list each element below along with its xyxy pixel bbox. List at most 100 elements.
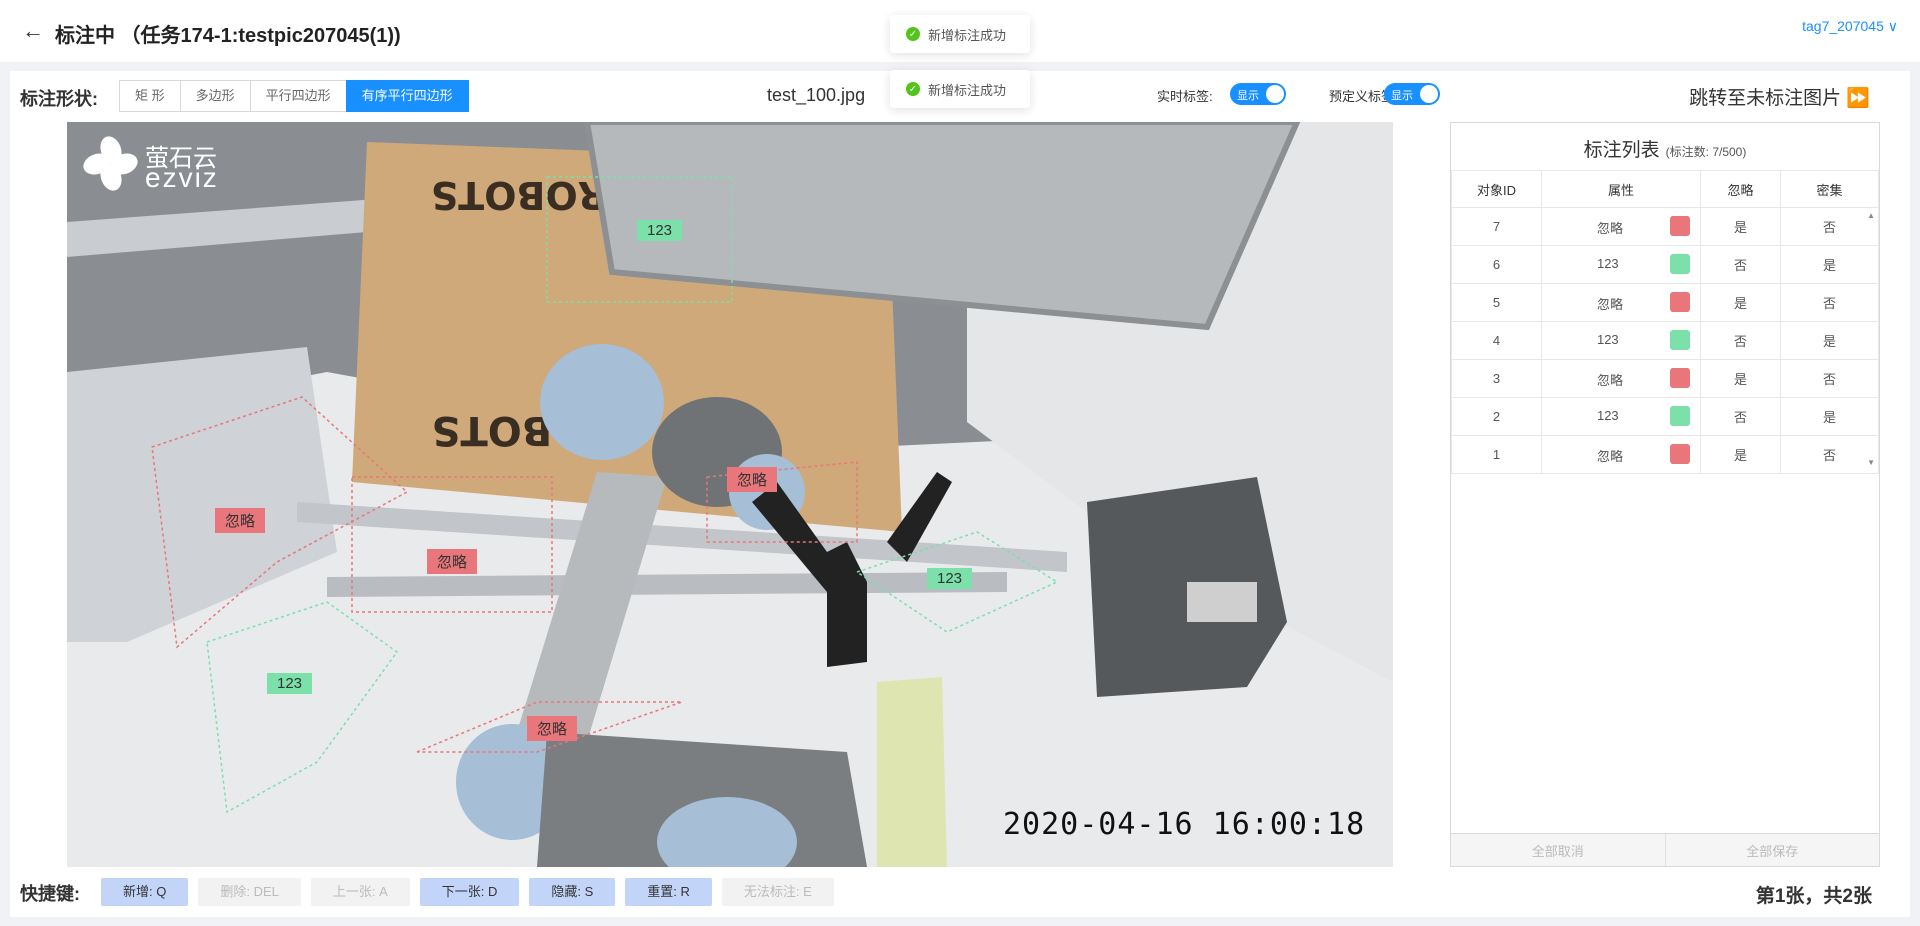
attribute-cell[interactable]: 忽略 [1540, 435, 1702, 474]
table-row[interactable]: 6 123 否是 [1451, 245, 1879, 284]
ignore-cell[interactable]: 是 [1699, 207, 1782, 246]
dense-cell[interactable]: 否 [1780, 207, 1879, 246]
color-swatch [1669, 368, 1690, 388]
object-id-cell: 1 [1451, 435, 1542, 474]
ignore-cell[interactable]: 是 [1699, 435, 1782, 474]
flower-logo-icon [83, 136, 138, 191]
table-body: 7 忽略是否 6 123 否是 5 忽略是否 4 123 否是 3 忽略是否 2 123 否是 1 忽略是否 [1451, 207, 1879, 474]
ignore-cell[interactable]: 否 [1699, 321, 1782, 360]
attribute-cell[interactable]: 忽略 [1540, 283, 1702, 322]
annotation-label[interactable]: 忽略 [215, 508, 266, 533]
realtime-toggle-text: 显示 [1237, 90, 1259, 102]
pagination-info: 第1张，共2张 [1755, 886, 1872, 907]
table-row[interactable]: 5 忽略 是否 [1451, 283, 1879, 322]
col-dense: 密集 [1780, 170, 1879, 208]
table-row[interactable]: 3 忽略 是否 [1451, 359, 1879, 398]
ignore-cell[interactable]: 否 [1699, 397, 1782, 436]
object-id-cell: 3 [1451, 359, 1542, 398]
jump-unlabeled-link[interactable]: 跳转至未标注图片 ⏩ [1689, 83, 1870, 110]
dense-cell[interactable]: 是 [1780, 245, 1879, 284]
object-id-cell: 4 [1451, 321, 1542, 360]
main-panel: 标注形状: 矩 形 多边形 平行四边形 有序平行四边形 test_100.jpg… [10, 71, 1910, 917]
toggle-knob [1420, 85, 1438, 103]
annotation-count: (标注数: 7/500) [1665, 145, 1747, 159]
robot-joint [540, 344, 664, 460]
hotkey-label: 快捷键: [20, 884, 80, 904]
dense-cell[interactable]: 是 [1780, 397, 1879, 436]
table-row[interactable]: 4 123 否是 [1451, 321, 1879, 360]
attribute-label: 忽略 [1596, 221, 1623, 236]
table-row[interactable]: 2 123 否是 [1451, 397, 1879, 436]
success-toast: ✓ 新增标注成功 [890, 15, 1030, 53]
image-timestamp: 2020-04-16 16:00:18 [1003, 807, 1366, 842]
dense-cell[interactable]: 是 [1780, 321, 1879, 360]
attribute-cell[interactable]: 123 [1540, 321, 1702, 360]
table-row[interactable]: 7 忽略 是否 [1451, 207, 1879, 246]
ignore-cell[interactable]: 是 [1699, 283, 1782, 322]
dense-cell[interactable]: 否 [1780, 435, 1879, 474]
table-row[interactable]: 1 忽略 是否 [1451, 435, 1879, 474]
realtime-toggle[interactable]: 显示 [1230, 83, 1286, 105]
predefined-toggle[interactable]: 显示 [1384, 83, 1440, 105]
panel-title-text: 标注列表 [1583, 140, 1660, 161]
dense-cell[interactable]: 否 [1780, 283, 1879, 322]
yellow-block [877, 677, 947, 867]
scroll-down-icon[interactable]: ▼ [1867, 458, 1875, 467]
table-header-row: 对象ID 属性 忽略 密集 [1451, 170, 1879, 208]
success-toast: ✓ 新增标注成功 [890, 70, 1030, 108]
panel-footer: 全部取消 全部保存 [1451, 833, 1879, 866]
hotkey-button[interactable]: 新增: Q [101, 878, 189, 906]
attribute-label: 忽略 [1596, 449, 1623, 464]
object-id-cell: 2 [1451, 397, 1542, 436]
scroll-up-icon[interactable]: ▲ [1867, 211, 1875, 220]
save-all-button[interactable]: 全部保存 [1666, 834, 1880, 866]
predefined-toggle-text: 显示 [1391, 90, 1413, 102]
page-title: 标注中 （任务174-1:testpic207045(1)) [55, 25, 401, 47]
shape-ordered-parallelogram-button[interactable]: 有序平行四边形 [345, 80, 469, 112]
color-swatch [1669, 444, 1690, 464]
box-print: ROBOTS [431, 173, 607, 217]
attribute-label: 忽略 [1596, 373, 1623, 388]
attribute-cell[interactable]: 123 [1540, 397, 1702, 436]
ignore-cell[interactable]: 是 [1699, 359, 1782, 398]
annotation-label[interactable]: 123 [637, 220, 683, 241]
cancel-all-button[interactable]: 全部取消 [1451, 834, 1666, 866]
ignore-cell[interactable]: 否 [1699, 245, 1782, 284]
shape-parallelogram-button[interactable]: 平行四边形 [249, 80, 347, 112]
hotkey-button: 上一张: A [310, 878, 410, 906]
hotkey-button[interactable]: 下一张: D [419, 878, 520, 906]
canvas-scene: ROBOTS ROBOTS [67, 122, 1393, 867]
annotation-canvas[interactable]: ROBOTS ROBOTS 萤石云 ezviz 123 忽略 忽略 忽略 123… [67, 122, 1393, 867]
attribute-label: 忽略 [1596, 297, 1623, 312]
panel-title: 标注列表 (标注数: 7/500) [1451, 135, 1879, 162]
shape-polygon-button[interactable]: 多边形 [179, 80, 251, 112]
realtime-label: 实时标签: [1157, 89, 1213, 104]
attribute-cell[interactable]: 忽略 [1540, 359, 1702, 398]
col-ignore: 忽略 [1699, 170, 1782, 208]
annotation-label[interactable]: 忽略 [527, 716, 578, 741]
color-swatch [1669, 254, 1690, 274]
attribute-label: 123 [1596, 256, 1619, 271]
toggle-knob [1266, 85, 1284, 103]
hotkey-button: 删除: DEL [198, 878, 301, 906]
attribute-label: 123 [1596, 332, 1619, 347]
annotation-label[interactable]: 忽略 [727, 467, 778, 492]
hotkey-button[interactable]: 隐藏: S [529, 878, 616, 906]
annotation-label[interactable]: 忽略 [427, 549, 478, 574]
annotation-list-panel: 标注列表 (标注数: 7/500) 对象ID 属性 忽略 密集 7 忽略是否 6 123… [1450, 122, 1880, 867]
annotation-label[interactable]: 123 [927, 568, 973, 589]
shape-rectangle-button[interactable]: 矩 形 [119, 80, 181, 112]
user-menu[interactable]: tag7_207045 ∨ [1802, 18, 1898, 35]
attribute-cell[interactable]: 忽略 [1540, 207, 1702, 246]
col-attribute: 属性 [1540, 170, 1702, 208]
attribute-cell[interactable]: 123 [1540, 245, 1702, 284]
color-swatch [1669, 216, 1690, 236]
col-object-id: 对象ID [1451, 170, 1542, 208]
annotation-label[interactable]: 123 [267, 673, 313, 694]
hotkey-button[interactable]: 重置: R [625, 878, 712, 906]
color-swatch [1669, 330, 1690, 350]
hotkey-button: 无法标注: E [721, 878, 834, 906]
shape-selector: 矩 形 多边形 平行四边形 有序平行四边形 [119, 80, 469, 112]
back-arrow-icon[interactable]: ← [22, 18, 44, 44]
dense-cell[interactable]: 否 [1780, 359, 1879, 398]
